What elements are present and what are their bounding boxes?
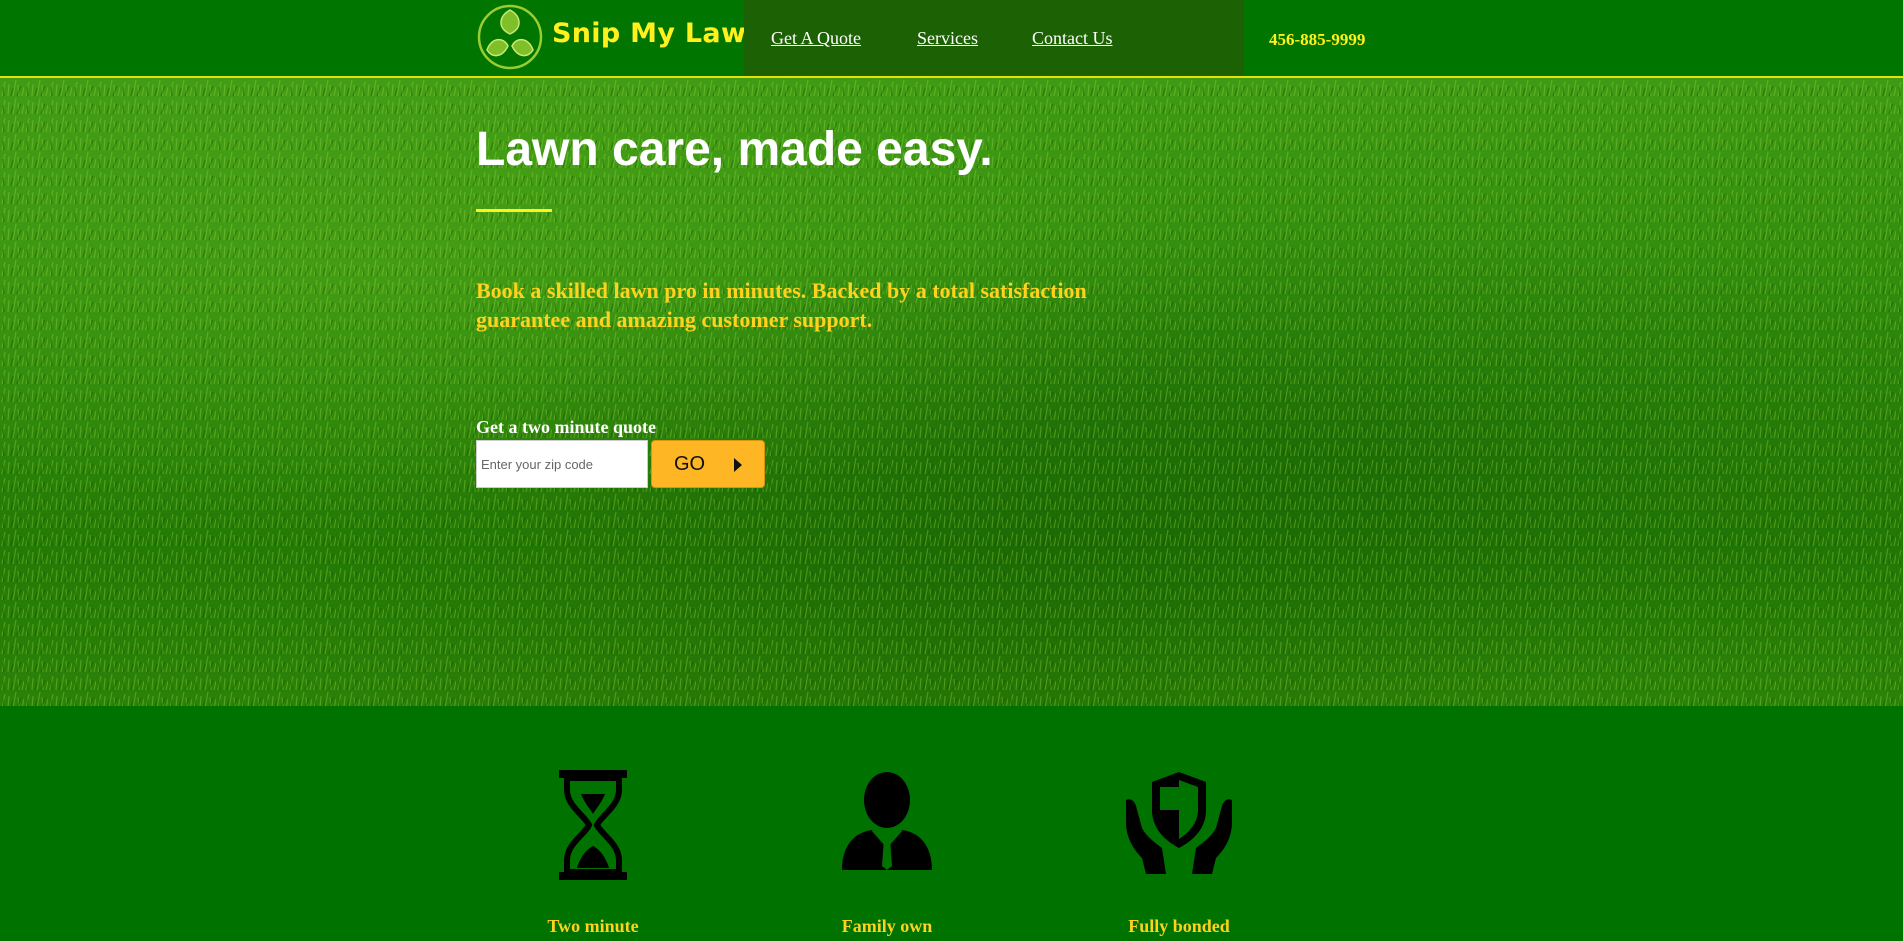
- title-underline: [476, 209, 552, 212]
- nav-contact-us[interactable]: Contact Us: [1032, 28, 1113, 49]
- go-button[interactable]: GO: [651, 440, 765, 488]
- person-icon: [842, 772, 932, 870]
- feature-label: Two minute: [547, 916, 639, 936]
- hero-title: Lawn care, made easy.: [476, 123, 993, 176]
- feature-label: Family own: [841, 916, 933, 936]
- play-arrow-icon: [734, 458, 742, 472]
- shield-hands-icon: [1126, 772, 1232, 874]
- phone-number[interactable]: 456-885-9999: [1269, 30, 1365, 50]
- brand-name[interactable]: Snip My Lawn: [552, 18, 766, 49]
- main-nav: Get A Quote Services Contact Us: [744, 0, 1244, 76]
- quote-label: Get a two minute quote: [476, 417, 656, 437]
- site-header: Snip My Lawn Get A Quote Services Contac…: [0, 0, 1903, 78]
- nav-get-a-quote[interactable]: Get A Quote: [771, 28, 861, 49]
- hero-section: Lawn care, made easy. Book a skilled law…: [0, 78, 1903, 706]
- feature-label: Fully bonded: [1128, 916, 1230, 936]
- hero-subtitle: Book a skilled lawn pro in minutes. Back…: [476, 278, 1087, 332]
- features-section: Two minute Family own Fully bonded: [0, 706, 1903, 941]
- go-label: GO: [674, 453, 706, 475]
- nav-services[interactable]: Services: [917, 28, 978, 49]
- hourglass-icon: [559, 770, 627, 880]
- leaf-logo-icon[interactable]: [477, 4, 543, 70]
- zip-code-input[interactable]: [476, 440, 648, 488]
